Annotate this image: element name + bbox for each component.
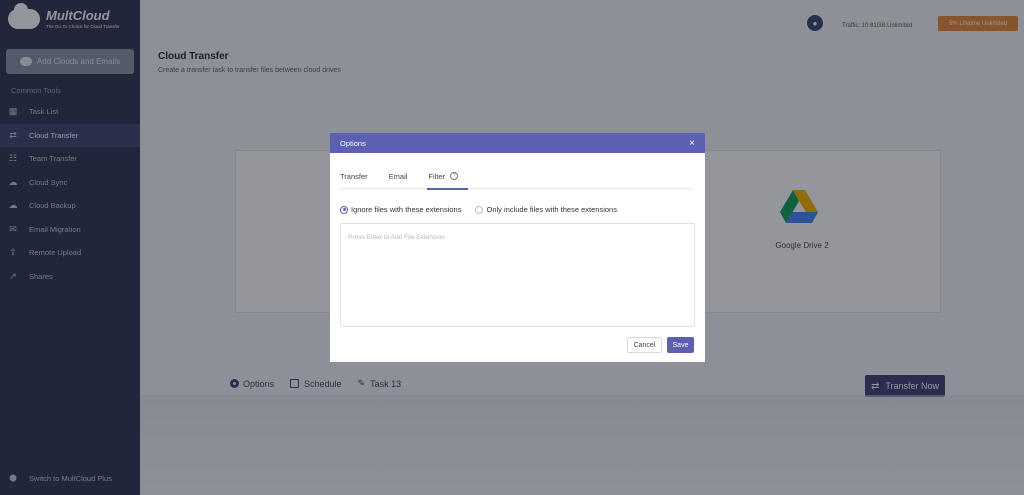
close-icon[interactable]: × [689,138,695,149]
tab-transfer[interactable]: Transfer [340,163,368,189]
options-modal: Options × Transfer Email Filter? Ignore … [330,133,705,362]
filter-mode-group: Ignore files with these extensions Only … [340,205,631,214]
radio-checked-icon [340,205,348,214]
modal-header: Options × [330,133,705,153]
radio-include-label: Only include files with these extensions [486,205,617,214]
modal-title: Options [340,138,366,148]
tab-filter-label: Filter [428,171,446,181]
modal-tabs: Transfer Email Filter? [340,163,692,190]
save-button[interactable]: Save [667,337,694,353]
tab-email[interactable]: Email [389,163,408,189]
radio-include-extensions[interactable]: Only include files with these extensions [475,205,617,214]
help-icon[interactable]: ? [450,172,459,180]
cancel-button[interactable]: Cancel [627,337,662,353]
radio-unchecked-icon [475,205,484,214]
extension-input[interactable]: Press Enter to Add File Extension [340,223,695,327]
tab-filter[interactable]: Filter? [427,163,468,190]
radio-ignore-label: Ignore files with these extensions [351,205,462,214]
radio-ignore-extensions[interactable]: Ignore files with these extensions [340,205,461,214]
